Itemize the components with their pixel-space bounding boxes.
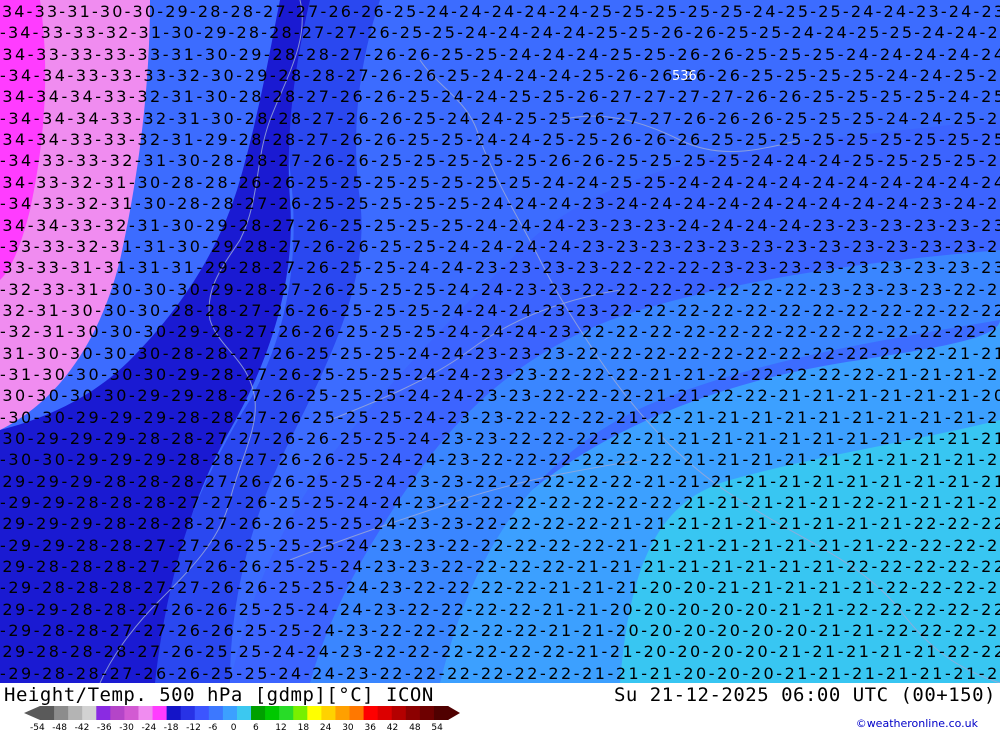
temperature-label-row: -34-33-33-32-31-30-29-28-28-27-27-26-25-…: [0, 23, 1000, 42]
colorbar-cell: [54, 706, 69, 720]
colorbar-tick-label: 36: [364, 723, 376, 733]
temperature-map: -34-33-31-30-30-29-28-28-27-27-26-26-25-…: [0, 0, 1000, 683]
colorbar-tick-label: 54: [431, 723, 443, 733]
temperature-label-row: -31-30-30-30-30-28-28-27-26-25-25-25-24-…: [0, 344, 1000, 363]
colorbar-cell: [152, 706, 168, 720]
colorbar-tick-label: 42: [386, 723, 399, 733]
colorbar-cell: [433, 706, 449, 720]
colorbar-tick-label: -54: [30, 723, 45, 733]
map-title: Height/Temp. 500 hPa [gdmp][°C] ICON: [4, 684, 434, 706]
colorbar-tick-label: -6: [208, 723, 218, 733]
colorbar-cell: [110, 706, 125, 720]
colorbar-cell: [96, 706, 111, 720]
temperature-label-row: -29-29-29-28-28-28-27-26-26-25-25-24-23-…: [0, 514, 1000, 533]
colorbar-cell: [349, 706, 365, 720]
footer-bar: Height/Temp. 500 hPa [gdmp][°C] ICON Su …: [0, 683, 1000, 733]
temperature-label-row: -29-29-28-28-27-26-26-25-25-24-24-23-22-…: [0, 600, 1000, 619]
temperature-label-row: -34-34-34-33-32-31-30-28-28-27-26-26-25-…: [0, 87, 1000, 106]
colorbar-cell: [293, 706, 308, 720]
credit-link[interactable]: ©weatheronline.co.uk: [856, 717, 978, 730]
colorbar-cell: [180, 706, 196, 720]
colorbar-tick-label: -42: [74, 723, 90, 733]
colorbar-tick-label: 18: [297, 723, 310, 733]
colorbar-tick-label: 48: [409, 723, 421, 733]
colorbar-cell: [391, 706, 407, 720]
temperature-label-row: -34-33-32-31-30-28-28-26-26-25-25-25-25-…: [0, 173, 1000, 192]
colorbar-tick-label: -48: [52, 723, 67, 733]
colorbar-cell: [251, 706, 266, 720]
colorbar-cell: [68, 706, 83, 720]
colorbar-cell: [405, 706, 421, 720]
temperature-label-row: -34-33-33-33-33-31-30-29-28-28-27-26-26-…: [0, 45, 1000, 64]
colorbar-tick-label: 6: [253, 723, 259, 733]
colorbar-tick-label: 0: [230, 723, 237, 733]
colorbar-cell: [335, 706, 351, 720]
colorbar-cell: [321, 706, 336, 720]
colorbar-tick-label: -36: [96, 723, 112, 733]
temperature-label-row: -29-29-29-28-28-28-27-26-26-25-25-24-23-…: [0, 472, 1000, 491]
colorbar-cell: [236, 706, 252, 720]
colorbar-cell: [82, 706, 97, 720]
colorbar-cell: [279, 706, 294, 720]
height-contour-label: 536: [672, 69, 697, 84]
temperature-label-row: -29-28-28-28-27-27-26-26-25-25-24-23-23-…: [0, 557, 1000, 576]
colorbar-left-arrow: [24, 706, 40, 720]
colorbar-cell: [208, 706, 224, 720]
colorbar-cell: [363, 706, 379, 720]
colorbar-tick-label: 30: [342, 723, 354, 733]
temperature-label-row: -33-33-31-31-31-31-29-28-27-26-25-25-24-…: [0, 258, 1000, 277]
colorbar-tick-label: -18: [163, 723, 179, 733]
temperature-label-row: -30-30-30-30-29-29-28-27-26-25-25-25-24-…: [0, 386, 1000, 405]
colorbar-tick-label: -12: [186, 723, 201, 733]
colorbar-tick-label: -24: [141, 723, 157, 733]
map-canvas: -34-33-31-30-30-29-28-28-27-27-26-26-25-…: [0, 0, 1000, 683]
colorbar-cell: [307, 706, 322, 720]
colorbar-tick-label: 24: [319, 723, 332, 733]
colorbar-cells: [40, 706, 449, 720]
temperature-label-row: -32-31-30-30-30-28-28-27-26-26-25-25-25-…: [0, 301, 1000, 320]
colorbar-cell: [166, 706, 182, 720]
temperature-label-row: -34-33-31-30-30-29-28-28-27-27-26-26-25-…: [0, 2, 1000, 21]
temperature-label-row: -34-34-33-33-32-31-29-28-28-27-26-26-25-…: [0, 130, 1000, 149]
temperature-label-row: -34-34-33-32-31-30-29-28-27-26-25-25-25-…: [0, 216, 1000, 235]
colorbar-cell: [222, 706, 238, 720]
colorbar-cell: [265, 706, 280, 720]
colorbar-cell: [194, 706, 210, 720]
temperature-label-row: -30-29-29-29-28-28-27-27-26-26-25-25-24-…: [0, 429, 1000, 448]
colorbar-cell: [40, 706, 55, 720]
valid-time: Su 21-12-2025 06:00 UTC (00+150): [613, 684, 996, 706]
colorbar-cell: [377, 706, 393, 720]
colorbar-tick-label: 12: [275, 723, 287, 733]
colorbar-cell: [419, 706, 435, 720]
colorbar-right-arrow: [448, 706, 460, 720]
colorbar-tick-label: -30: [119, 723, 134, 733]
colorbar-cell: [124, 706, 139, 720]
colorbar-cell: [138, 706, 154, 720]
temperature-label-row: -29-28-28-28-27-26-25-25-24-24-23-22-22-…: [0, 642, 1000, 661]
